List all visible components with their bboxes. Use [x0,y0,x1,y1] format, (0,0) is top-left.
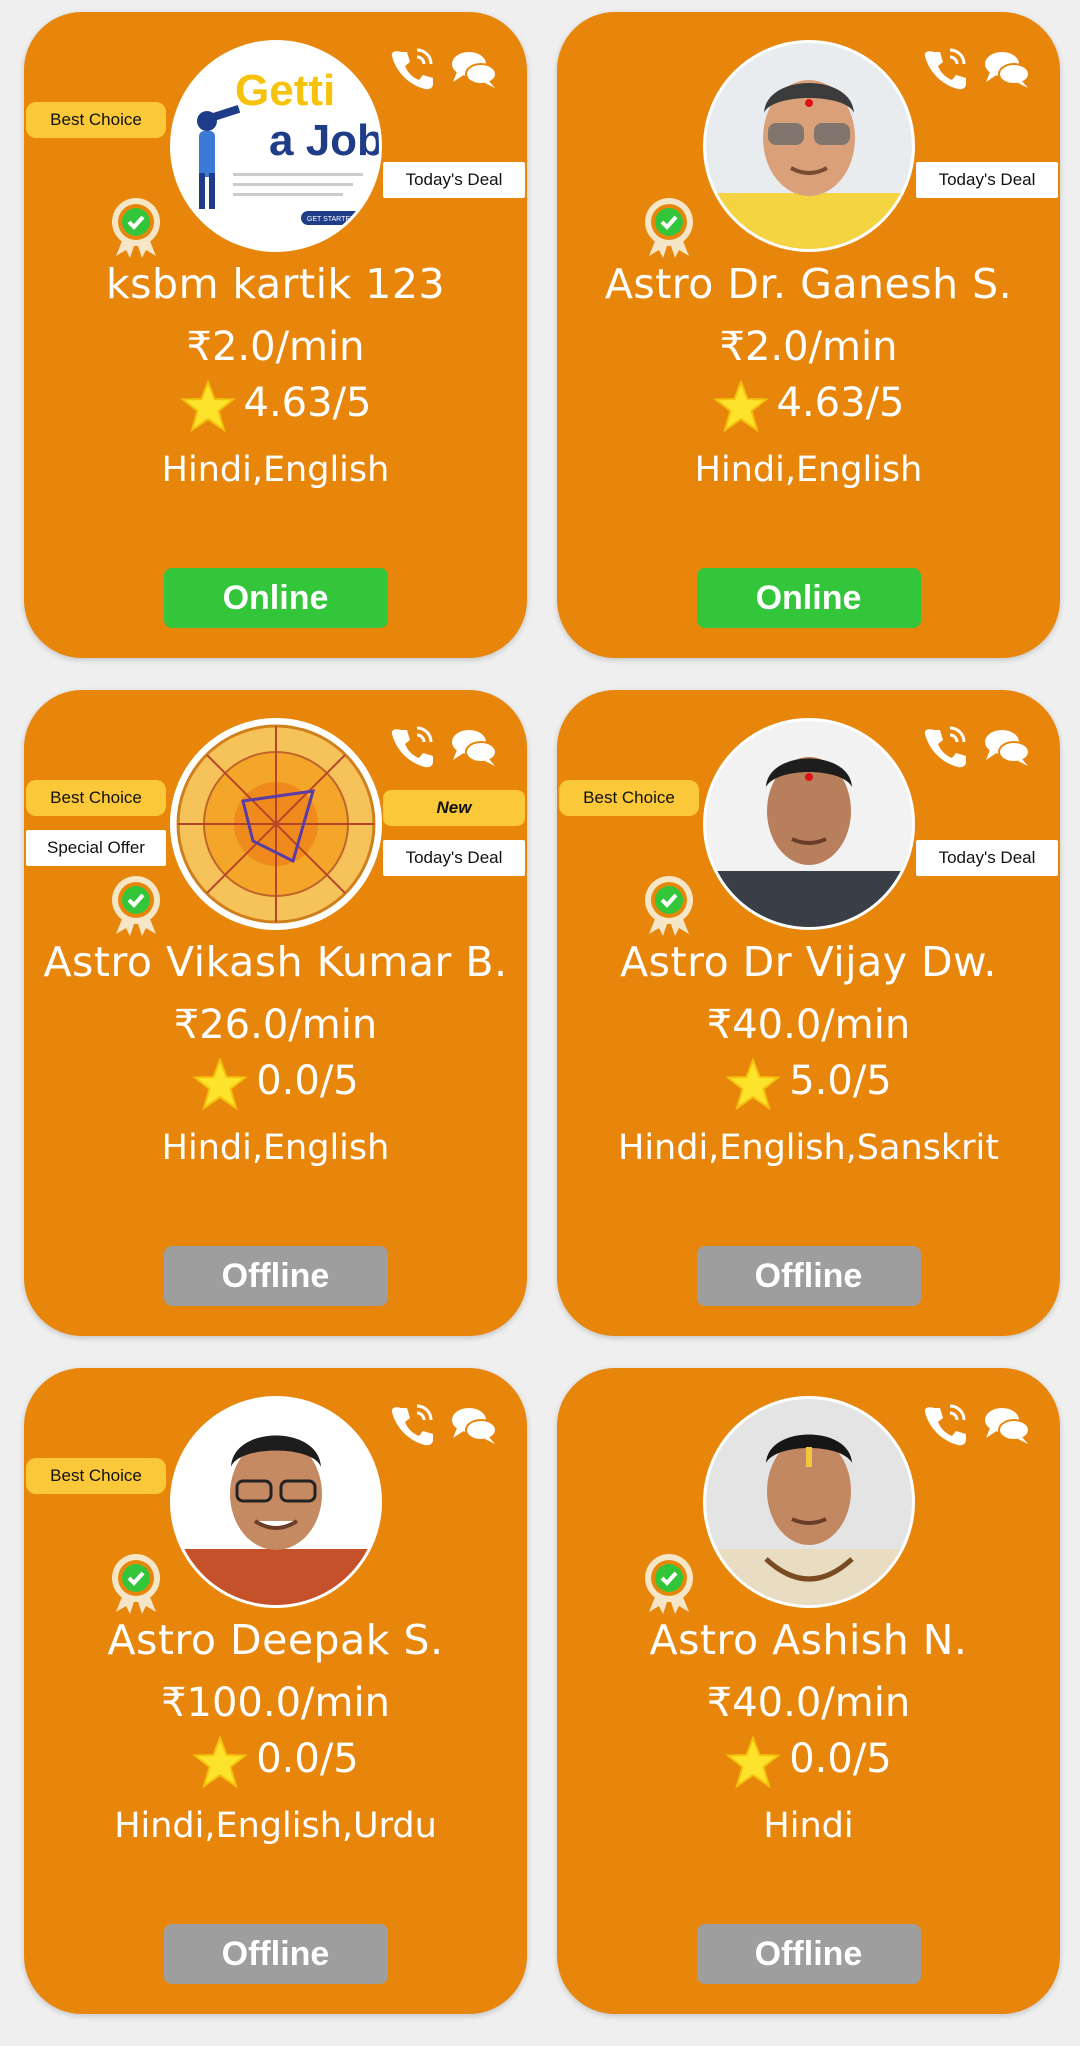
languages: Hindi [763,1806,854,1846]
special-offer-badge: Special Offer [26,830,166,866]
rating: 4.63/5 [557,380,1060,432]
verified-badge-icon [645,1554,693,1614]
price-per-minute: ₹26.0/min [173,1002,378,1048]
status-button[interactable]: Offline [696,1924,921,1984]
todays-deal-badge: Today's Deal [916,162,1058,198]
job-promo-image: Getti a Job GET STARTED [173,43,379,249]
avatar[interactable] [703,1396,915,1608]
phone-icon[interactable] [920,44,970,94]
status-button[interactable]: Online [163,568,388,628]
star-icon [725,1058,781,1110]
astrologer-card[interactable]: Best Choice Today's Deal Astro Dr Vijay … [557,690,1060,1336]
verified-badge-icon [112,876,160,936]
status-button[interactable]: Online [696,568,921,628]
price-per-minute: ₹40.0/min [706,1002,911,1048]
price-per-minute: ₹2.0/min [719,324,898,370]
astrologer-card[interactable]: Astro Ashish N. ₹40.0/min 0.0/5 Hindi Of… [557,1368,1060,2014]
astrologer-name: ksbm kartik 123 [105,260,446,308]
avatar[interactable] [170,718,382,930]
astrologer-card[interactable]: Getti a Job GET STARTED Best Choice Toda… [24,12,527,658]
star-icon [179,380,236,432]
star-icon [712,380,769,432]
phone-icon[interactable] [387,722,437,772]
chat-icon[interactable] [982,44,1032,94]
verified-badge-icon [645,198,693,258]
rating-value: 5.0/5 [789,1058,892,1104]
avatar-promo-subtitle: a Job [269,116,379,165]
phone-icon[interactable] [920,722,970,772]
astrologer-name: Astro Deepak S. [107,1616,444,1664]
price-per-minute: ₹2.0/min [186,324,365,370]
todays-deal-badge: Today's Deal [383,162,525,198]
astrologer-card[interactable]: Best Choice Special Offer New Today's De… [24,690,527,1336]
price-per-minute: ₹100.0/min [161,1680,390,1726]
languages: Hindi,English [161,1128,390,1168]
languages: Hindi,English,Sanskrit [618,1128,999,1168]
rating-value: 4.63/5 [243,380,372,426]
rating: 0.0/5 [24,1736,527,1788]
astrologer-photo [706,721,912,927]
rating-value: 0.0/5 [789,1736,892,1782]
phone-icon[interactable] [387,44,437,94]
avatar[interactable] [703,40,915,252]
chat-icon[interactable] [449,44,499,94]
astrologer-name: Astro Dr. Ganesh S. [604,260,1013,308]
rating-value: 0.0/5 [256,1058,359,1104]
avatar-promo-button: GET STARTED [307,216,355,223]
star-icon [192,1058,248,1110]
astrologer-card[interactable]: Today's Deal Astro Dr. Ganesh S. ₹2.0/mi… [557,12,1060,658]
avatar-promo-title: Getti [235,66,335,115]
languages: Hindi,English [161,450,390,490]
chat-icon[interactable] [982,1400,1032,1450]
phone-icon[interactable] [387,1400,437,1450]
rating: 0.0/5 [24,1058,527,1110]
verified-badge-icon [645,876,693,936]
best-choice-badge: Best Choice [26,102,166,138]
chat-icon[interactable] [982,722,1032,772]
astrologer-photo [173,1399,379,1605]
price-per-minute: ₹40.0/min [706,1680,911,1726]
status-button[interactable]: Offline [696,1246,921,1306]
star-icon [192,1736,248,1788]
best-choice-badge: Best Choice [26,1458,166,1494]
rating: 0.0/5 [557,1736,1060,1788]
astrologer-name: Astro Ashish N. [649,1616,968,1664]
astrologer-card[interactable]: Best Choice Astro Deepak S. ₹100.0/min 0… [24,1368,527,2014]
avatar[interactable] [170,1396,382,1608]
avatar[interactable] [703,718,915,930]
rating-value: 0.0/5 [256,1736,359,1782]
chat-icon[interactable] [449,1400,499,1450]
chat-icon[interactable] [449,722,499,772]
todays-deal-badge: Today's Deal [916,840,1058,876]
astrologer-grid: Getti a Job GET STARTED Best Choice Toda… [0,0,1080,2046]
star-icon [725,1736,781,1788]
astrologer-name: Astro Vikash Kumar B. [43,938,508,986]
astrologer-name: Astro Dr Vijay Dw. [620,938,997,986]
status-button[interactable]: Offline [163,1924,388,1984]
verified-badge-icon [112,198,160,258]
astrologer-photo [706,43,912,249]
new-badge: New [383,790,525,826]
languages: Hindi,English,Urdu [114,1806,437,1846]
rating: 4.63/5 [24,380,527,432]
status-button[interactable]: Offline [163,1246,388,1306]
verified-badge-icon [112,1554,160,1614]
rating: 5.0/5 [557,1058,1060,1110]
todays-deal-badge: Today's Deal [383,840,525,876]
rating-value: 4.63/5 [776,380,905,426]
phone-icon[interactable] [920,1400,970,1450]
astrologer-photo [706,1399,912,1605]
best-choice-badge: Best Choice [26,780,166,816]
zodiac-wheel-image [173,721,379,927]
languages: Hindi,English [694,450,923,490]
avatar[interactable]: Getti a Job GET STARTED [170,40,382,252]
best-choice-badge: Best Choice [559,780,699,816]
